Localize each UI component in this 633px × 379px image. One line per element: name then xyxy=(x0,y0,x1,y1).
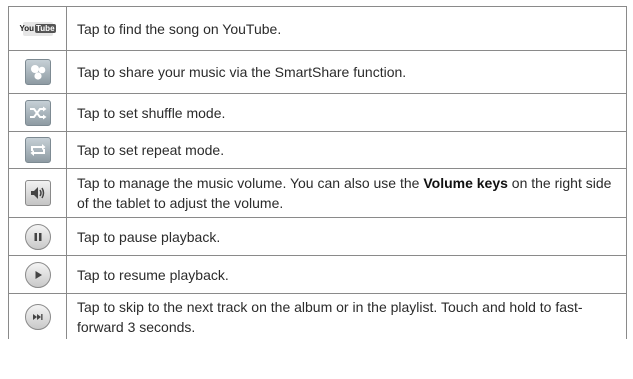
play-icon xyxy=(24,261,51,288)
table-row: Tap to set shuffle mode. xyxy=(8,94,627,132)
shuffle-icon xyxy=(24,99,51,126)
icon-description-table: You Tube Tap to find the song on YouTube.… xyxy=(8,6,627,339)
icon-cell xyxy=(9,294,67,339)
icon-cell xyxy=(9,94,67,131)
volume-icon xyxy=(24,180,51,206)
icon-cell: You Tube xyxy=(9,7,67,50)
description-text: Tap to set shuffle mode. xyxy=(77,104,226,121)
icon-cell xyxy=(9,51,67,93)
volume-keys-label: Volume keys xyxy=(423,175,508,191)
description-text: Tap to manage the music volume. You can … xyxy=(77,175,612,211)
pause-icon xyxy=(24,223,51,250)
description-text: Tap to pause playback. xyxy=(77,228,221,245)
description-text: Tap to resume playback. xyxy=(77,266,229,283)
icon-cell xyxy=(9,218,67,255)
table-row: Tap to share your music via the SmartSha… xyxy=(8,51,627,94)
icon-cell xyxy=(9,132,67,168)
description-text: Tap to set repeat mode. xyxy=(77,142,225,158)
icon-cell xyxy=(9,256,67,293)
table-row: Tap to resume playback. xyxy=(8,256,627,294)
description-text: Tap to skip to the next track on the alb… xyxy=(77,298,583,335)
table-row: Tap to manage the music volume. You can … xyxy=(8,169,627,218)
table-row: Tap to set repeat mode. xyxy=(8,132,627,169)
description-text: Tap to find the song on YouTube. xyxy=(77,20,282,37)
repeat-icon xyxy=(24,137,51,163)
smartshare-icon xyxy=(24,59,51,85)
table-row: Tap to pause playback. xyxy=(8,218,627,256)
youtube-icon: You Tube xyxy=(19,21,56,36)
description-text: Tap to share your music via the SmartSha… xyxy=(77,64,407,80)
table-row: Tap to skip to the next track on the alb… xyxy=(8,294,627,339)
table-row: You Tube Tap to find the song on YouTube. xyxy=(8,7,627,51)
icon-cell xyxy=(9,169,67,217)
skip-next-icon xyxy=(24,303,51,330)
